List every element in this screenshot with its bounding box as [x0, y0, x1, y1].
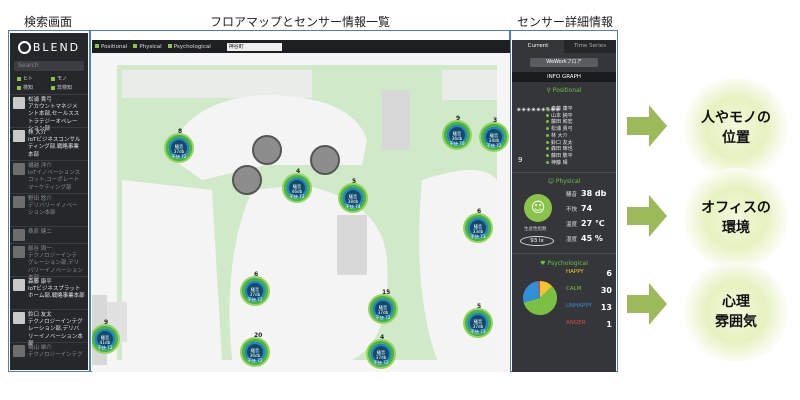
filter-detected[interactable]: 検知 — [17, 84, 49, 91]
logo-mark-icon — [17, 40, 31, 54]
avatar — [13, 229, 25, 241]
person-item[interactable]: 樋越 洋介 IoTイノベーションス コット,コーポレート マーケティング部 — [10, 160, 88, 193]
avatar — [13, 279, 25, 291]
place-button[interactable]: WeWorkフロア — [530, 58, 598, 67]
filter-undetected[interactable]: 非検知 — [51, 84, 83, 91]
arrow-right-icon — [627, 105, 667, 147]
sensor-marker[interactable]: 9 騒音 36db 不快 70 — [444, 116, 470, 148]
lux-value: 93 lx — [520, 236, 554, 246]
caption-floormap: フロアマップとセンサー情報一覧 — [210, 15, 391, 29]
temperature-metric: 温度 27 ℃ — [566, 219, 605, 228]
sensing-label: 生産性指数 — [524, 227, 547, 232]
emotion-unhappy: UNHAPPY 13 — [566, 303, 612, 312]
caption-detail: センサー詳細情報 — [517, 15, 614, 29]
noise-metric: 騒音 38 db — [566, 189, 607, 198]
avatar — [13, 97, 25, 109]
bulb-position: 人やモノの 位置 — [680, 78, 792, 178]
divider — [512, 253, 616, 254]
avatar — [13, 163, 25, 175]
person-item[interactable]: 林 大介 IoTビジネスコンサル ティング部,戦略事業 本部 — [10, 127, 88, 160]
people-count: 9 — [518, 156, 523, 164]
sensor-marker[interactable]: 5 騒音 37db 不快 73 — [465, 304, 491, 336]
floor-map: Positional Physical Psychological 神谷町 8騒… — [92, 40, 510, 372]
filter-human[interactable]: ヒト — [17, 75, 49, 82]
sensor-marker[interactable]: 15 騒音 37db 不快 72 — [370, 290, 396, 322]
person-item[interactable]: 松浦 貴弓 アカウントマネジメ ント本部,セールスス トラテジーオペレー ション… — [10, 94, 88, 132]
sensor-marker[interactable]: 4 騒音 37db 不快 72 — [368, 335, 394, 367]
caption-search: 検索画面 — [24, 15, 73, 29]
location-select[interactable]: 神谷町 — [226, 42, 282, 51]
divider — [512, 172, 616, 173]
emotion-pie-chart — [522, 280, 558, 316]
people-tag-list: 森藤 康平 山本 純平 藤田 和宏 松浦 貴弓林 大介 鈴口 友太 森田 琢也 藤田 敬… — [546, 106, 573, 166]
emotion-anger: ANGER 1 — [566, 320, 612, 329]
sensor-marker[interactable]: 9 騒音 41db 不快 72 — [92, 320, 118, 352]
filter-checkboxes: ヒト モノ 検知 非検知 — [10, 71, 88, 94]
avatar — [13, 130, 25, 142]
map-toolbar: Positional Physical Psychological 神谷町 — [92, 40, 510, 53]
psychological-section-title: ♥ Psychological — [540, 260, 588, 267]
avatar — [13, 246, 25, 258]
tab-current[interactable]: Current — [512, 40, 564, 53]
person-item[interactable]: 野田 悠介 デリバリーイノベー ション本部 — [10, 193, 88, 226]
person-item[interactable]: 飯谷 周一 テクノロジーインテ グレーション部,デリ バリーイノベーション本部 — [10, 243, 88, 281]
search-input[interactable]: Search — [14, 61, 84, 71]
toggle-physical[interactable]: Physical — [133, 44, 161, 50]
sensor-marker[interactable]: 4 騒音 46db 不快 72 — [284, 169, 310, 201]
person-item[interactable]: 桑原 健二 — [10, 226, 88, 243]
emotion-happy: HAPPY 6 — [566, 269, 612, 278]
search-sidebar: BLEND Search ヒト モノ 検知 非検知 松浦 貴弓 アカウントマネジ… — [10, 33, 88, 370]
person-item[interactable]: 森藤 康平 IoTビジネスプラット ホーム部,戦略事業本部 — [10, 276, 88, 309]
toggle-psychological[interactable]: Psychological — [168, 44, 211, 50]
sensor-marker[interactable]: 8 騒音 37db 不快 72 — [166, 129, 192, 161]
sensor-marker[interactable]: 20 騒音 36db 不快 72 — [242, 333, 268, 365]
bulb-mood: 心理 雰囲気 — [680, 262, 792, 362]
physical-section-title: ☺ Physical — [547, 178, 581, 185]
detail-tabs: Current Time Series — [512, 40, 616, 53]
person-item[interactable]: 鈴口 友太 テクノロジーインテグ レーション部,デリバ リーイノベーション本部 — [10, 309, 88, 347]
discomfort-metric: 不快 74 — [566, 204, 593, 213]
tab-time-series[interactable]: Time Series — [564, 40, 616, 53]
logo: BLEND — [10, 33, 88, 61]
detail-panel: Current Time Series WeWorkフロア INFO GRAPH… — [512, 40, 616, 372]
sensor-marker[interactable]: 3 騒音 34db 不快 72 — [481, 118, 507, 150]
sensor-marker[interactable]: 6 騒音 33db 不快 73 — [465, 209, 491, 241]
avatar — [13, 345, 25, 357]
filter-thing[interactable]: モノ — [51, 75, 83, 82]
toggle-positional[interactable]: Positional — [95, 44, 127, 50]
smile-icon: ☺ — [524, 194, 552, 222]
person-item[interactable]: 橋山 雄介 テクノロジーインテグ — [10, 342, 88, 370]
avatar — [13, 312, 25, 324]
avatar — [13, 196, 25, 208]
positional-section-title: ⚲ Positional — [546, 87, 582, 94]
bulb-environment: オフィスの 環境 — [680, 168, 792, 268]
emotion-calm: CALM 30 — [566, 286, 612, 295]
humidity-metric: 湿度 45 % — [566, 234, 603, 243]
floor-plan — [92, 65, 497, 365]
info-graph-header: INFO GRAPH — [512, 72, 616, 82]
arrow-right-icon — [627, 283, 667, 325]
arrow-right-icon — [627, 195, 667, 237]
sensor-marker[interactable]: 5 騒音 38db 不快 74 — [340, 179, 366, 211]
sensor-marker[interactable]: 6 騒音 37db 不快 72 — [242, 272, 268, 304]
